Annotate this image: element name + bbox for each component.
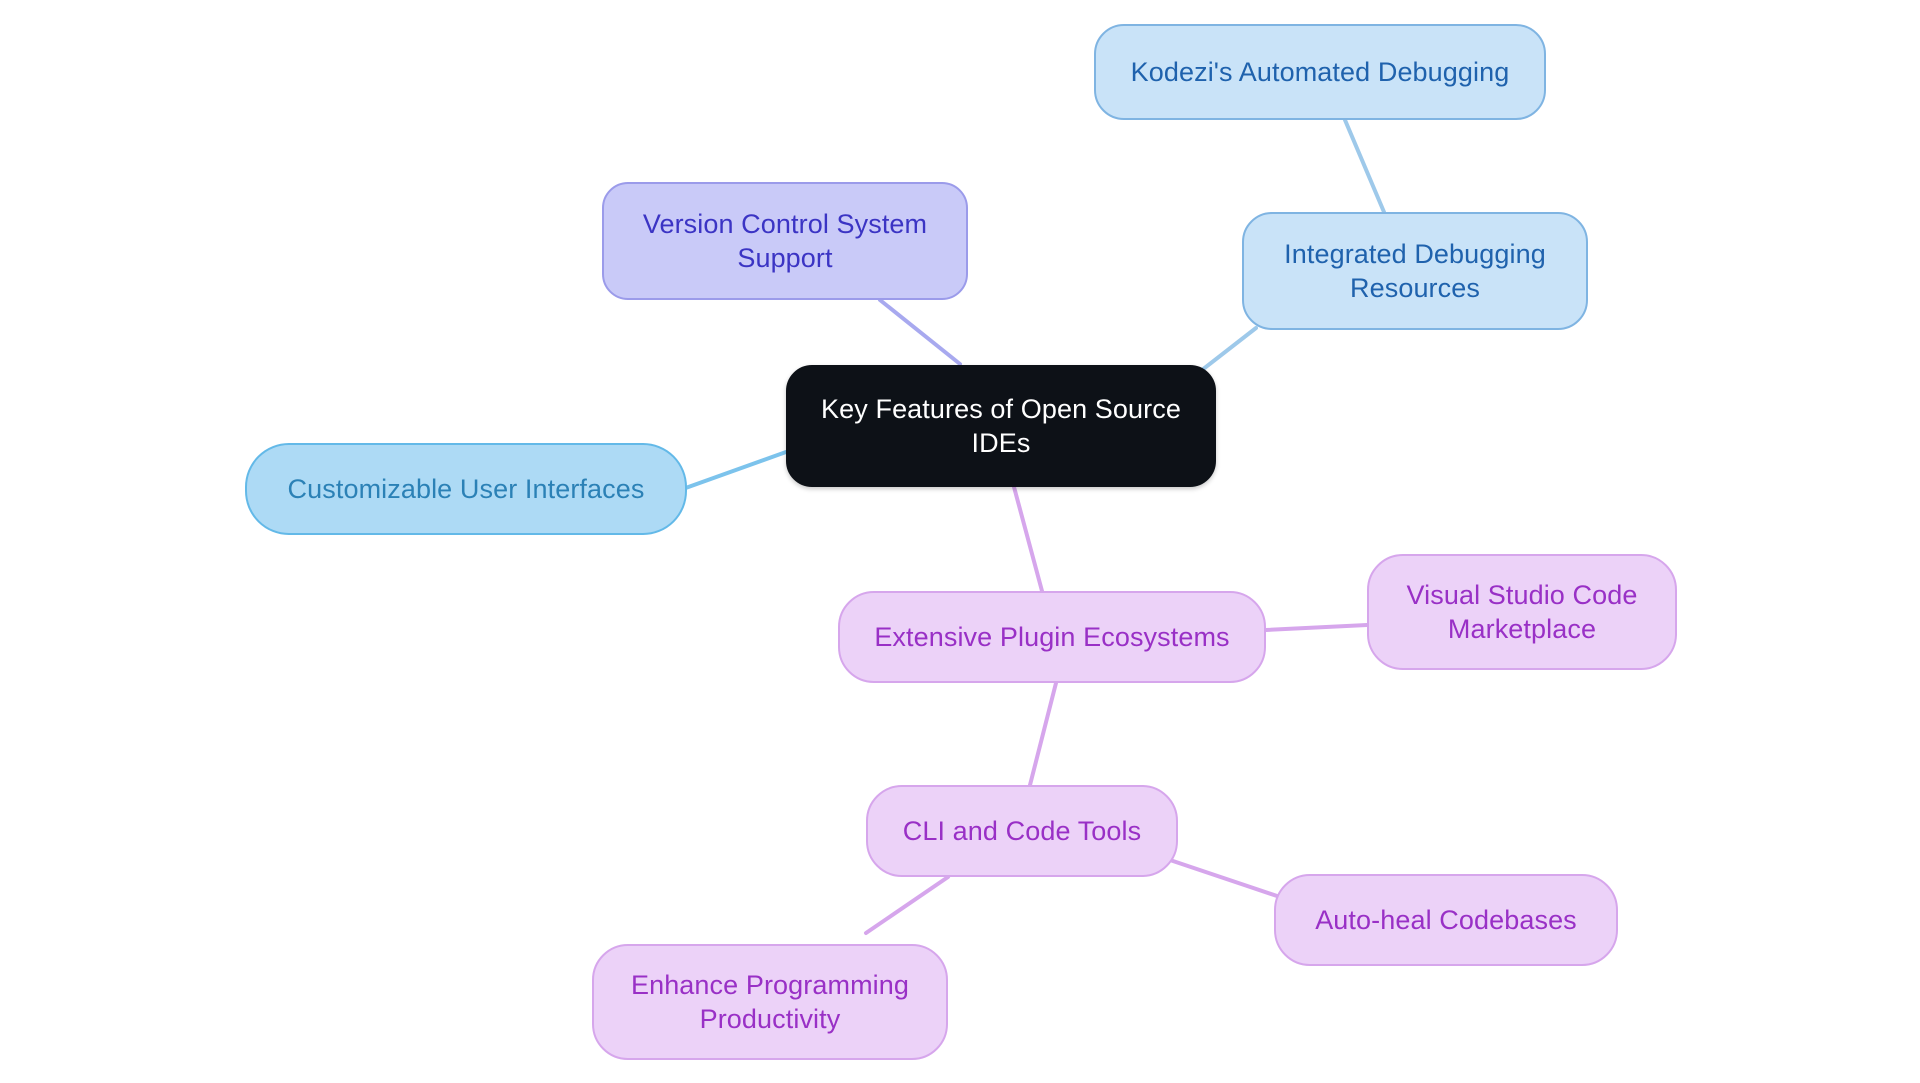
node-label: Auto-heal Codebases — [1315, 904, 1577, 935]
node-root[interactable]: Key Features of Open Source IDEs — [786, 365, 1216, 487]
node-label: Visual Studio Code Marketplace — [1406, 579, 1638, 644]
edge-integrated-debugging-kodezi — [1343, 118, 1386, 214]
node-version-control-system-support[interactable]: Version Control System Support — [602, 182, 968, 300]
node-auto-heal-codebases[interactable]: Auto-heal Codebases — [1274, 874, 1618, 966]
edge-root-version-control — [878, 298, 962, 366]
node-label: CLI and Code Tools — [902, 815, 1142, 846]
node-extensive-plugin-ecosystems[interactable]: Extensive Plugin Ecosystems — [838, 591, 1266, 683]
edge-root-customizable-ui — [678, 450, 788, 492]
node-label: Key Features of Open Source IDEs — [821, 393, 1181, 458]
edge-root-extensive-plugins — [1012, 485, 1044, 593]
node-label: Customizable User Interfaces — [287, 473, 645, 504]
node-cli-and-code-tools[interactable]: CLI and Code Tools — [866, 785, 1178, 877]
mindmap-canvas: Key Features of Open Source IDEs Kodezi's… — [0, 0, 1920, 1083]
node-kodezi-automated-debugging[interactable]: Kodezi's Automated Debugging — [1094, 24, 1546, 120]
edge-extensive-plugins-cli — [1028, 681, 1058, 787]
node-label: Kodezi's Automated Debugging — [1130, 56, 1510, 87]
node-label: Version Control System Support — [642, 208, 928, 273]
node-label: Extensive Plugin Ecosystems — [874, 621, 1230, 652]
node-visual-studio-code-marketplace[interactable]: Visual Studio Code Marketplace — [1367, 554, 1677, 670]
node-label: Integrated Debugging Resources — [1284, 238, 1546, 303]
edge-cli-auto-heal — [1168, 858, 1285, 900]
node-label: Enhance Programming Productivity — [630, 969, 910, 1034]
edge-layer — [678, 118, 1386, 935]
edge-extensive-plugins-vscode — [1264, 623, 1369, 632]
node-enhance-programming-productivity[interactable]: Enhance Programming Productivity — [592, 944, 948, 1060]
node-customizable-user-interfaces[interactable]: Customizable User Interfaces — [245, 443, 687, 535]
node-integrated-debugging-resources[interactable]: Integrated Debugging Resources — [1242, 212, 1588, 330]
edge-cli-enhance-productivity — [864, 875, 950, 935]
